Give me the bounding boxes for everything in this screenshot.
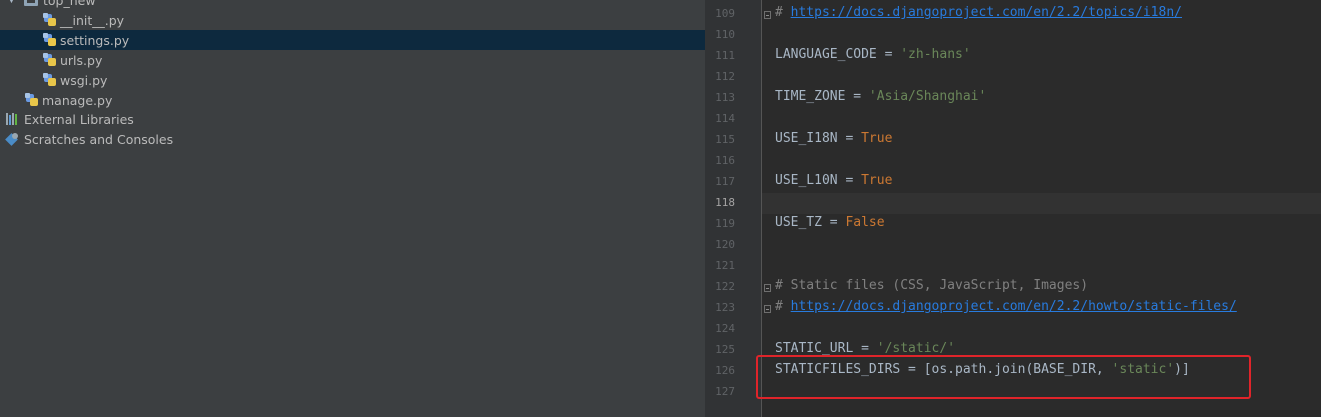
tree-item-external-libraries[interactable]: External Libraries: [0, 109, 705, 129]
tree-item-init-py[interactable]: __init__.py: [0, 10, 705, 30]
line-number: 109: [715, 7, 735, 20]
code-line-123[interactable]: # https://docs.djangoproject.com/en/2.2/…: [775, 299, 1237, 314]
code-line-115[interactable]: USE_I18N = True: [775, 131, 892, 146]
code-line-111[interactable]: LANGUAGE_CODE = 'zh-hans': [775, 47, 971, 62]
line-number: 113: [715, 91, 735, 104]
line-number: 125: [715, 343, 735, 356]
code-text: TIME_ZONE =: [775, 89, 869, 104]
code-line-119[interactable]: USE_TZ = False: [775, 215, 885, 230]
tree-item-top-new[interactable]: ▼ top_new: [0, 0, 705, 10]
code-text: USE_I18N =: [775, 131, 862, 146]
line-number: 115: [715, 133, 735, 146]
line-number: 120: [715, 238, 735, 251]
string-literal: 'zh-hans': [900, 47, 971, 62]
code-line-122[interactable]: # Static files (CSS, JavaScript, Images): [775, 278, 1088, 293]
code-text: LANGUAGE_CODE =: [775, 47, 901, 62]
keyword: True: [861, 173, 893, 188]
python-file-icon: [43, 73, 57, 87]
tree-item-label: External Libraries: [24, 111, 134, 127]
line-number: 114: [715, 112, 735, 125]
line-number: 124: [715, 322, 735, 335]
fold-marker-icon[interactable]: [764, 284, 771, 292]
code-text: STATIC_URL =: [775, 341, 877, 356]
python-file-icon: [43, 13, 57, 27]
tree-item-scratches[interactable]: Scratches and Consoles: [0, 129, 705, 149]
libraries-icon: [6, 113, 20, 125]
line-number: 123: [715, 301, 735, 314]
code-line-113[interactable]: TIME_ZONE = 'Asia/Shanghai': [775, 89, 986, 104]
tree-item-label: manage.py: [42, 92, 113, 108]
code-text: USE_L10N =: [775, 173, 862, 188]
keyword: True: [861, 131, 893, 146]
code-line-125[interactable]: STATIC_URL = '/static/': [775, 341, 955, 356]
line-number: 112: [715, 70, 735, 83]
tree-item-label: __init__.py: [60, 12, 125, 28]
comment-link[interactable]: https://docs.djangoproject.com/en/2.2/to…: [791, 5, 1182, 20]
python-file-icon: [43, 53, 57, 67]
line-number: 121: [715, 259, 735, 272]
string-literal: 'Asia/Shanghai': [868, 89, 987, 104]
tree-item-wsgi-py[interactable]: wsgi.py: [0, 70, 705, 90]
code-line-109[interactable]: # https://docs.djangoproject.com/en/2.2/…: [775, 5, 1182, 20]
tree-item-manage-py[interactable]: manage.py: [0, 90, 705, 110]
line-number: 127: [715, 385, 735, 398]
line-number: 126: [715, 364, 735, 377]
python-file-icon: [25, 93, 39, 107]
fold-marker-icon[interactable]: [764, 11, 771, 19]
expand-arrow-icon[interactable]: ▼: [8, 0, 18, 5]
string-literal: '/static/': [876, 341, 956, 356]
tree-item-label: top_new: [43, 0, 96, 8]
code-text: USE_TZ =: [775, 215, 846, 230]
tree-item-label: urls.py: [60, 52, 103, 68]
tree-item-urls-py[interactable]: urls.py: [0, 50, 705, 70]
python-file-icon: [43, 33, 57, 47]
fold-marker-icon[interactable]: [764, 305, 771, 313]
comment-hash: #: [775, 299, 791, 314]
comment-hash: #: [775, 5, 791, 20]
line-number: 116: [715, 154, 735, 167]
tree-item-label: settings.py: [60, 32, 130, 48]
code-line-117[interactable]: USE_L10N = True: [775, 173, 892, 188]
scratches-icon: [5, 132, 20, 146]
tree-item-settings-py[interactable]: settings.py: [0, 30, 705, 50]
line-number: 110: [715, 28, 735, 41]
tree-item-label: Scratches and Consoles: [24, 131, 174, 147]
line-number: 122: [715, 280, 735, 293]
line-number: 119: [715, 217, 735, 230]
line-number: 117: [715, 175, 735, 188]
comment-link[interactable]: https://docs.djangoproject.com/en/2.2/ho…: [791, 299, 1237, 314]
red-highlight-box: [756, 355, 1251, 399]
project-tree-panel: ▼ top_new __init__.py settings.py urls.p…: [0, 0, 705, 417]
line-number: 111: [715, 49, 735, 62]
current-line-highlight: [762, 193, 1321, 214]
folder-icon: [24, 0, 38, 6]
keyword: False: [845, 215, 885, 230]
line-number-current: 118: [715, 196, 735, 209]
tree-item-label: wsgi.py: [60, 72, 108, 88]
